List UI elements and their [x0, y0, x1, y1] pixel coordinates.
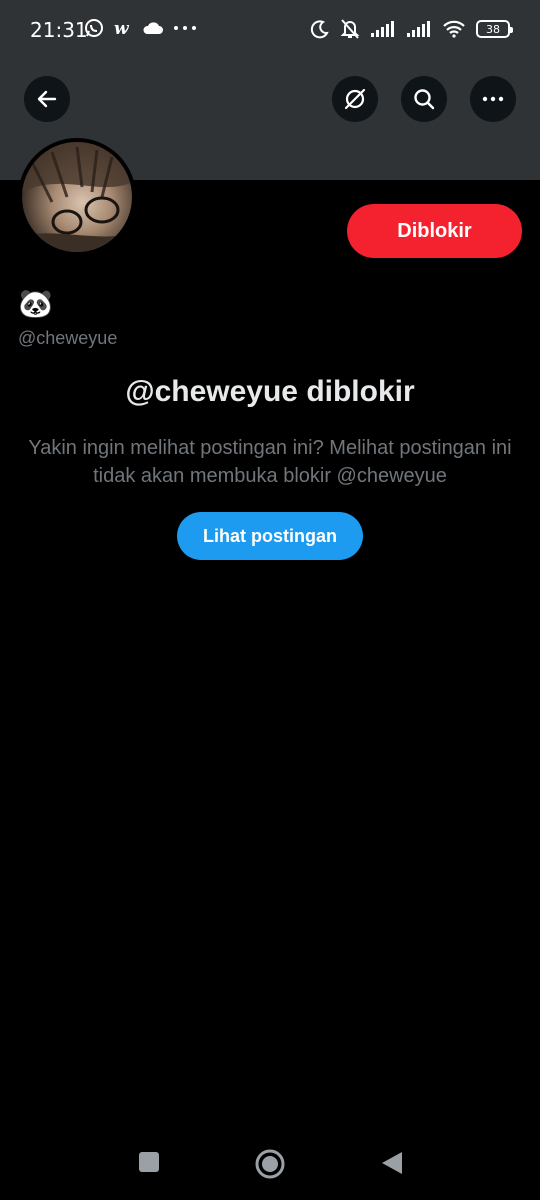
battery-icon: 38 [476, 20, 513, 38]
recents-square-icon [139, 1152, 159, 1172]
status-time: 21:31 [30, 18, 88, 42]
back-button[interactable] [24, 76, 70, 122]
signal-icon [370, 20, 396, 38]
cloud-icon [142, 20, 164, 36]
back-arrow-icon [37, 90, 57, 108]
wifi-icon [442, 20, 466, 38]
back-triangle-icon [382, 1152, 402, 1174]
search-icon [414, 89, 435, 110]
view-posts-button[interactable]: Lihat postingan [177, 512, 363, 560]
blocked-button[interactable]: Diblokir [347, 204, 522, 258]
moon-icon [310, 19, 330, 39]
avatar[interactable] [18, 138, 136, 256]
whatsapp-icon [84, 18, 104, 38]
blocked-title: @cheweyue diblokir [125, 375, 415, 408]
more-horizontal-icon [482, 96, 504, 102]
display-name: 🐼 [18, 288, 53, 319]
status-left-icons: w [84, 18, 198, 38]
grok-button[interactable] [332, 76, 378, 122]
status-right-icons: 38 [310, 18, 513, 40]
svg-text:w: w [114, 19, 130, 37]
grok-icon [344, 88, 366, 110]
bell-off-icon [340, 18, 360, 40]
signal-icon [406, 20, 432, 38]
system-nav-bar [0, 1130, 540, 1200]
more-dots-icon [172, 23, 198, 33]
status-bar: 21:31 w 38 [0, 0, 540, 60]
search-button[interactable] [401, 76, 447, 122]
blocked-description: Yakin ingin melihat postingan ini? Melih… [28, 437, 512, 487]
more-button[interactable] [470, 76, 516, 122]
recents-button[interactable] [137, 1150, 161, 1174]
user-handle: @cheweyue [18, 328, 118, 348]
back-nav-button[interactable] [380, 1150, 404, 1176]
home-button[interactable] [254, 1148, 286, 1180]
webtoon-icon: w [112, 19, 134, 37]
home-circle-icon [255, 1149, 285, 1179]
